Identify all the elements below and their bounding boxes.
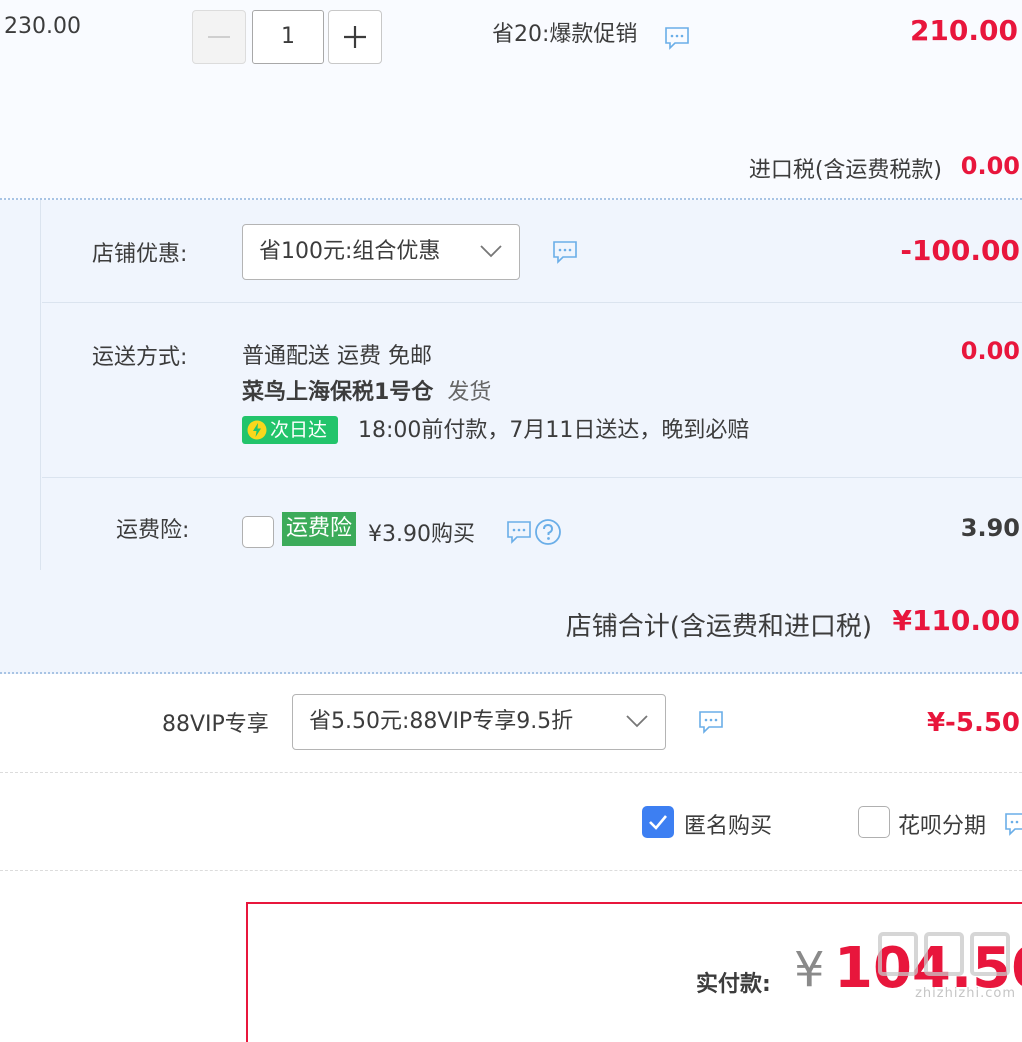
shop-total-label: 店铺合计(含运费和进口税) bbox=[565, 612, 872, 642]
item-section: 230.00 1 省20:爆款促销 210.00 进口税(含运费税款) 0.00 bbox=[0, 0, 1022, 200]
vip-discount-select-value: 省5.50元:88VIP专享9.5折 bbox=[309, 709, 574, 734]
vip-discount-value: ¥-5.50 bbox=[926, 708, 1020, 738]
item-subtotal: 210.00 bbox=[909, 14, 1018, 47]
next-day-label: 次日达 bbox=[270, 419, 328, 441]
shipping-insurance-value: 3.90 bbox=[960, 514, 1020, 542]
shipping-insurance-row: 运费险: 3.90 bbox=[42, 478, 1022, 570]
shipping-label: 运送方式: bbox=[92, 345, 188, 370]
anonymous-purchase-checkbox[interactable] bbox=[642, 806, 674, 838]
vip-label: 88VIP专享 bbox=[162, 712, 269, 737]
message-icon[interactable] bbox=[698, 710, 724, 734]
huabei-installment-label[interactable]: 花呗分期 bbox=[898, 808, 986, 840]
payment-label: 实付款: bbox=[696, 972, 771, 997]
help-icon[interactable] bbox=[534, 518, 562, 546]
item-promo-label: 省20:爆款促销 bbox=[492, 22, 638, 47]
shop-discount-select[interactable]: 省100元:组合优惠 bbox=[242, 224, 520, 280]
shop-discount-value: -100.00 bbox=[900, 234, 1020, 267]
shop-total-value: ¥110.00 bbox=[892, 604, 1020, 637]
shipping-insurance-tag: 运费险 bbox=[282, 512, 357, 546]
quantity-decrease-button[interactable] bbox=[192, 10, 246, 64]
vip-discount-select[interactable]: 省5.50元:88VIP专享9.5折 bbox=[292, 694, 666, 750]
watermark-logo-icon bbox=[878, 932, 1010, 976]
huabei-installment-checkbox[interactable] bbox=[858, 806, 890, 838]
checkmark-icon bbox=[649, 815, 667, 830]
plus-icon bbox=[344, 26, 366, 48]
shipping-insurance-label: 运费险: bbox=[116, 518, 190, 543]
next-day-badge: 次日达 bbox=[242, 416, 338, 444]
shop-discount-row: 店铺优惠: 省100元:组合优惠 -100.00 bbox=[42, 200, 1022, 303]
chevron-down-icon bbox=[626, 715, 648, 728]
warehouse-name: 菜鸟上海保税1号仓 bbox=[242, 380, 434, 405]
message-icon[interactable] bbox=[1004, 812, 1022, 836]
quantity-input[interactable]: 1 bbox=[252, 10, 324, 64]
message-icon[interactable] bbox=[552, 240, 578, 264]
shipping-method: 普通配送 运费 免邮 bbox=[242, 344, 432, 369]
quantity-increase-button[interactable] bbox=[328, 10, 382, 64]
shop-summary: 店铺优惠: 省100元:组合优惠 -100.00 运送方式: 0.00 普通配送… bbox=[0, 200, 1022, 674]
minus-icon bbox=[208, 36, 230, 38]
warehouse-suffix: 发货 bbox=[447, 380, 492, 405]
delivery-note: 18:00前付款，7月11日送达，晚到必赔 bbox=[358, 418, 750, 443]
watermark-text: zhizhizhi.com bbox=[915, 986, 1016, 1001]
shop-discount-select-value: 省100元:组合优惠 bbox=[259, 239, 441, 264]
import-tax-value: 0.00 bbox=[960, 152, 1020, 180]
shipping-insurance-price: ¥3.90购买 bbox=[368, 522, 475, 547]
shipping-value: 0.00 bbox=[960, 337, 1020, 365]
shop-indent bbox=[0, 200, 41, 570]
chevron-down-icon bbox=[480, 245, 502, 258]
message-icon[interactable] bbox=[506, 520, 532, 544]
purchase-options-row: 匿名购买 花呗分期 bbox=[0, 774, 1022, 871]
shop-discount-label: 店铺优惠: bbox=[92, 242, 188, 267]
import-tax-label: 进口税(含运费税款) bbox=[748, 158, 942, 183]
payment-currency: ¥ bbox=[794, 942, 825, 998]
warehouse-info: 菜鸟上海保税1号仓 发货 bbox=[242, 374, 491, 406]
shipping-insurance-checkbox[interactable] bbox=[242, 516, 274, 548]
shipping-row: 运送方式: 0.00 bbox=[42, 303, 1022, 478]
message-icon[interactable] bbox=[664, 26, 690, 50]
original-price: 230.00 bbox=[4, 14, 81, 39]
anonymous-purchase-label[interactable]: 匿名购买 bbox=[684, 808, 772, 840]
vip-discount-row: 88VIP专享 省5.50元:88VIP专享9.5折 ¥-5.50 bbox=[0, 674, 1022, 773]
lightning-icon bbox=[247, 420, 267, 440]
